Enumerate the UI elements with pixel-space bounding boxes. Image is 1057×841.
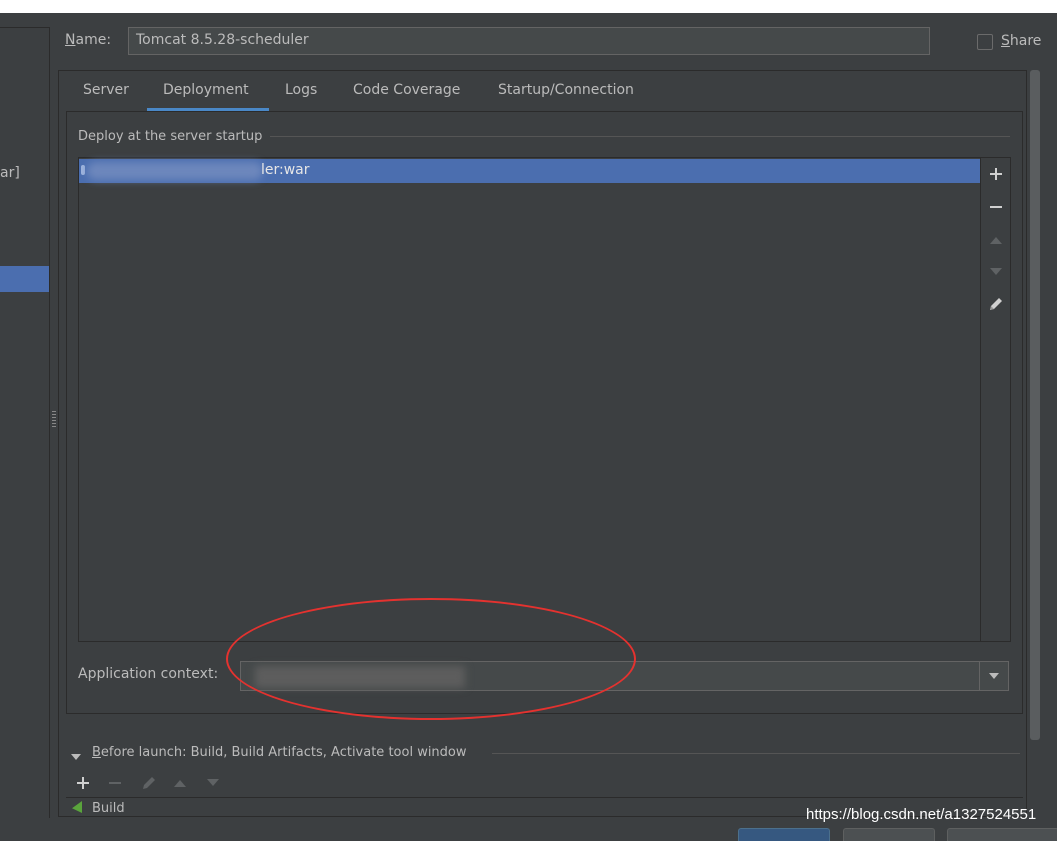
tab-deployment[interactable]: Deployment [163, 82, 249, 98]
configurations-tree-panel: ar] [0, 27, 50, 818]
chevron-down-icon [989, 673, 999, 679]
group-divider [270, 136, 1010, 137]
top-window-strip [0, 0, 1057, 13]
application-context-label: Application context: [78, 666, 219, 682]
artifact-name: ler:war [261, 162, 310, 178]
artifact-list-item[interactable]: ler:war [79, 159, 980, 183]
artifact-icon [81, 165, 85, 175]
before-launch-toggle[interactable] [70, 749, 82, 765]
ok-button[interactable] [738, 828, 830, 841]
deploy-group-title: Deploy at the server startup [78, 129, 263, 144]
tab-startup-connection[interactable]: Startup/Connection [498, 82, 634, 98]
remove-task-button[interactable] [102, 770, 128, 796]
redacted-text [87, 162, 263, 180]
move-down-button[interactable] [981, 258, 1011, 286]
share-checkbox[interactable] [977, 34, 993, 50]
move-down-icon [207, 779, 219, 786]
before-launch-label[interactable]: Before launch: Build, Build Artifacts, A… [92, 745, 467, 760]
pencil-icon [990, 298, 1002, 310]
pencil-icon [143, 777, 155, 789]
plus-icon [990, 168, 1002, 180]
remove-artifact-button[interactable] [981, 193, 1011, 221]
move-task-down-button[interactable] [200, 770, 226, 796]
share-label[interactable]: Share [1001, 33, 1041, 49]
artifact-list[interactable]: ler:war [78, 157, 981, 642]
cancel-button[interactable] [843, 828, 935, 841]
add-task-button[interactable] [70, 770, 96, 796]
collapse-triangle-icon [71, 754, 81, 760]
task-item-build[interactable]: Build [92, 801, 125, 816]
tab-code-coverage[interactable]: Code Coverage [353, 82, 460, 98]
move-up-icon [990, 237, 1002, 244]
combobox-dropdown-button[interactable] [979, 662, 1008, 690]
move-task-up-button[interactable] [167, 770, 193, 796]
edit-artifact-button[interactable] [981, 290, 1011, 318]
artifact-toolbar [981, 157, 1011, 642]
tree-item-fragment[interactable]: ar] [0, 165, 20, 181]
plus-icon [77, 777, 89, 789]
vertical-scrollbar[interactable] [1030, 70, 1040, 740]
tree-selected-item[interactable] [0, 266, 49, 292]
tab-server[interactable]: Server [83, 82, 129, 98]
name-label: Name: [65, 32, 112, 48]
move-down-icon [990, 268, 1002, 275]
edit-task-button[interactable] [136, 770, 162, 796]
minus-icon [109, 782, 121, 784]
splitter-handle[interactable] [52, 411, 56, 429]
annotation-ellipse [226, 598, 636, 720]
before-launch-divider [492, 753, 1020, 754]
minus-icon [990, 206, 1002, 208]
tab-logs[interactable]: Logs [285, 82, 317, 98]
name-field[interactable]: Tomcat 8.5.28-scheduler [128, 27, 930, 55]
apply-button[interactable] [947, 828, 1057, 841]
add-artifact-button[interactable] [981, 160, 1011, 188]
watermark-url: https://blog.csdn.net/a1327524551 [806, 806, 1037, 823]
move-up-button[interactable] [981, 226, 1011, 254]
move-up-icon [174, 780, 186, 787]
